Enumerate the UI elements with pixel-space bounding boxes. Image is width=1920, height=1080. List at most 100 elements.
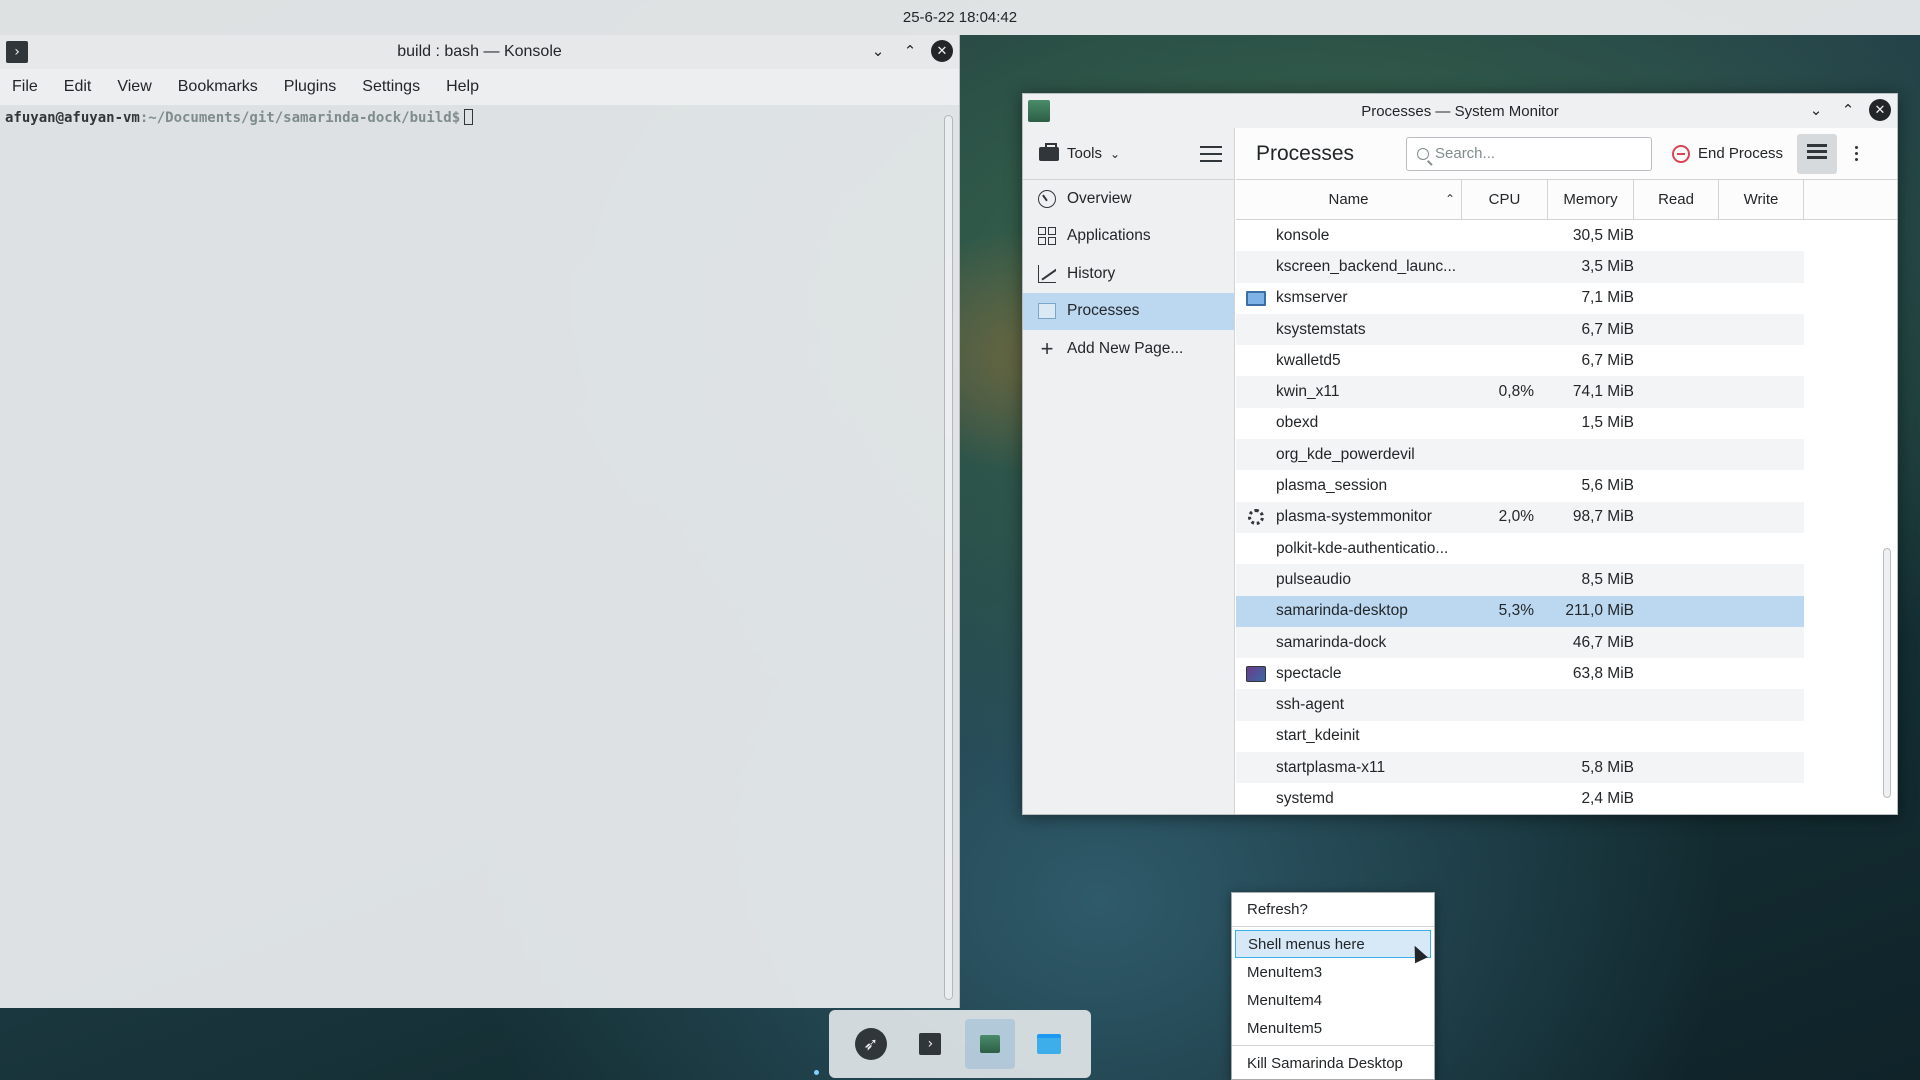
close-button[interactable]: ✕ bbox=[931, 40, 953, 62]
column-header-memory[interactable]: Memory bbox=[1548, 180, 1634, 219]
window-controls: ⌄ ⌃ ✕ bbox=[1805, 99, 1891, 121]
process-list: konsole 30,5 MiB kscreen_backend_launc... 3… bbox=[1236, 220, 1804, 814]
menu-file[interactable]: File bbox=[4, 78, 46, 96]
table-row[interactable]: systemd 2,4 MiB bbox=[1236, 783, 1804, 814]
menubar: File Edit View Bookmarks Plugins Setting… bbox=[0, 69, 959, 105]
sidebar-item-label: History bbox=[1067, 264, 1116, 282]
table-row[interactable]: obexd 1,5 MiB bbox=[1236, 407, 1804, 440]
search-box[interactable] bbox=[1406, 136, 1652, 171]
terminal-icon[interactable]: › bbox=[6, 41, 28, 63]
maximize-button[interactable]: ⌃ bbox=[899, 40, 921, 62]
column-header-write[interactable]: Write bbox=[1719, 180, 1804, 219]
menu-view[interactable]: View bbox=[109, 78, 159, 96]
table-row[interactable]: org_kde_powerdevil bbox=[1236, 439, 1804, 471]
sidebar-item-processes[interactable]: Processes bbox=[1023, 292, 1234, 330]
context-menu-item[interactable]: MenuItem4 bbox=[1235, 986, 1431, 1014]
hamburger-menu-icon[interactable] bbox=[1200, 145, 1222, 162]
context-menu-item[interactable]: Kill Samarinda Desktop bbox=[1235, 1049, 1431, 1077]
column-header-name[interactable]: Name ⌃ bbox=[1236, 180, 1462, 219]
context-menu-item[interactable]: Shell menus here bbox=[1235, 930, 1431, 958]
process-memory: 74,1 MiB bbox=[1572, 383, 1634, 401]
page-title: Processes bbox=[1256, 141, 1355, 165]
table-row[interactable]: ksmserver 7,1 MiB bbox=[1236, 282, 1804, 314]
terminal-scrollbar[interactable] bbox=[944, 115, 953, 1000]
view-mode-button[interactable] bbox=[1797, 133, 1838, 174]
more-options-icon[interactable] bbox=[1855, 146, 1859, 161]
sidebar-item-label: Overview bbox=[1067, 189, 1132, 207]
end-process-label: End Process bbox=[1698, 145, 1784, 162]
end-process-icon bbox=[1672, 144, 1690, 163]
sidebar-item-applications[interactable]: Applications bbox=[1023, 218, 1234, 256]
table-row[interactable]: kscreen_backend_launc... 3,5 MiB bbox=[1236, 251, 1804, 283]
prompt-user: afuyan@afuyan-vm bbox=[5, 110, 140, 126]
processes-icon bbox=[1037, 301, 1057, 321]
konsole-titlebar[interactable]: › build : bash — Konsole ⌄ ⌃ ✕ bbox=[0, 35, 959, 69]
process-memory: 98,7 MiB bbox=[1572, 508, 1634, 526]
table-row[interactable]: pulseaudio 8,5 MiB bbox=[1236, 564, 1804, 596]
dock-item-files[interactable] bbox=[1024, 1019, 1074, 1069]
system-monitor-body: Tools ⌄ Overview Applications History Pr… bbox=[1023, 128, 1897, 814]
table-row[interactable]: ssh-agent bbox=[1236, 689, 1804, 721]
close-button[interactable]: ✕ bbox=[1869, 99, 1891, 121]
table-row[interactable]: kwin_x11 0,8% 74,1 MiB bbox=[1236, 376, 1804, 408]
dock-item-konsole[interactable]: › bbox=[905, 1019, 955, 1069]
table-row[interactable]: spectacle 63,8 MiB bbox=[1236, 658, 1804, 690]
process-list-scrollbar[interactable] bbox=[1883, 548, 1891, 798]
table-row[interactable]: start_kdeinit bbox=[1236, 720, 1804, 753]
menu-edit[interactable]: Edit bbox=[56, 78, 100, 96]
context-menu: Refresh? Shell menus here MenuItem3 MenuIte… bbox=[1231, 892, 1435, 1080]
context-menu-item[interactable]: MenuItem5 bbox=[1235, 1014, 1431, 1042]
dock-item-launcher[interactable]: ➶ bbox=[846, 1019, 896, 1069]
clock[interactable]: 25-6-22 18:04:42 bbox=[903, 9, 1017, 26]
table-row[interactable]: kwalletd5 6,7 MiB bbox=[1236, 345, 1804, 377]
table-row[interactable]: samarinda-desktop 5,3% 211,0 MiB bbox=[1236, 595, 1804, 627]
table-row[interactable]: samarinda-dock 46,7 MiB bbox=[1236, 626, 1804, 659]
end-process-button[interactable]: End Process bbox=[1672, 144, 1784, 163]
table-row[interactable]: konsole 30,5 MiB bbox=[1236, 220, 1804, 252]
process-memory: 7,1 MiB bbox=[1581, 289, 1634, 307]
process-name: polkit-kde-authenticatio... bbox=[1276, 539, 1449, 557]
table-row[interactable]: plasma-systemmonitor 2,0% 98,7 MiB bbox=[1236, 501, 1804, 533]
menu-settings[interactable]: Settings bbox=[354, 78, 428, 96]
context-menu-item[interactable]: MenuItem3 bbox=[1235, 958, 1431, 986]
menu-separator bbox=[1232, 1045, 1434, 1046]
sidebar-item-history[interactable]: History bbox=[1023, 255, 1234, 293]
sidebar-item-overview[interactable]: Overview bbox=[1023, 180, 1234, 218]
top-panel: 25-6-22 18:04:42 bbox=[0, 0, 1920, 35]
table-row[interactable]: polkit-kde-authenticatio... bbox=[1236, 532, 1804, 565]
system-monitor-window[interactable]: Processes — System Monitor ⌄ ⌃ ✕ Tools ⌄… bbox=[1022, 93, 1898, 815]
menu-bookmarks[interactable]: Bookmarks bbox=[170, 78, 266, 96]
terminal-area[interactable]: afuyan@afuyan-vm:~/Documents/git/samarin… bbox=[0, 105, 943, 1008]
table-row[interactable]: ksystemstats 6,7 MiB bbox=[1236, 313, 1804, 346]
minimize-button[interactable]: ⌄ bbox=[867, 40, 889, 62]
system-monitor-titlebar[interactable]: Processes — System Monitor ⌄ ⌃ ✕ bbox=[1023, 94, 1897, 128]
table-row[interactable]: startplasma-x11 5,8 MiB bbox=[1236, 752, 1804, 784]
process-name: systemd bbox=[1276, 789, 1334, 807]
system-monitor-icon[interactable] bbox=[1028, 100, 1050, 122]
konsole-window[interactable]: › build : bash — Konsole ⌄ ⌃ ✕ File Edit… bbox=[0, 35, 960, 1008]
process-memory: 3,5 MiB bbox=[1581, 257, 1634, 275]
sidebar-item-add-new-page[interactable]: + Add New Page... bbox=[1023, 330, 1234, 368]
desktop-indicator bbox=[814, 1070, 819, 1075]
minimize-button[interactable]: ⌄ bbox=[1805, 99, 1827, 121]
tools-button[interactable]: Tools ⌄ bbox=[1039, 142, 1121, 162]
spectacle-icon bbox=[1236, 665, 1276, 682]
sort-ascending-icon: ⌃ bbox=[1444, 192, 1455, 206]
list-view-icon bbox=[1807, 143, 1828, 164]
table-row[interactable]: plasma_session 5,6 MiB bbox=[1236, 470, 1804, 502]
search-input[interactable] bbox=[1435, 145, 1635, 162]
column-header-read[interactable]: Read bbox=[1634, 180, 1719, 219]
column-label: Write bbox=[1743, 191, 1779, 208]
process-memory: 8,5 MiB bbox=[1581, 570, 1634, 588]
menu-help[interactable]: Help bbox=[438, 78, 487, 96]
chevron-down-icon: ⌄ bbox=[1110, 146, 1121, 161]
column-label: Name bbox=[1328, 191, 1369, 208]
terminal-icon: › bbox=[919, 1033, 942, 1055]
column-header-cpu[interactable]: CPU bbox=[1462, 180, 1548, 219]
sidebar-item-label: Processes bbox=[1067, 302, 1140, 320]
menu-plugins[interactable]: Plugins bbox=[276, 78, 344, 96]
process-name: samarinda-desktop bbox=[1276, 602, 1408, 620]
context-menu-item[interactable]: Refresh? bbox=[1235, 895, 1431, 923]
maximize-button[interactable]: ⌃ bbox=[1837, 99, 1859, 121]
dock-item-system-monitor[interactable] bbox=[964, 1019, 1015, 1069]
